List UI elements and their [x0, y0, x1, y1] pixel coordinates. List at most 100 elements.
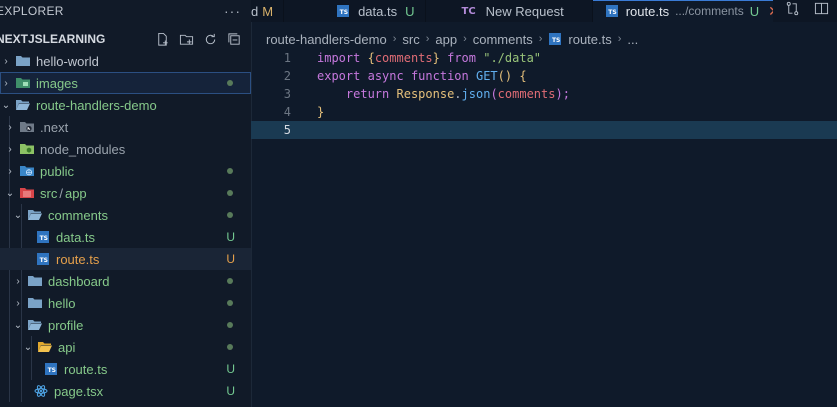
typescript-file-icon: TS: [548, 32, 562, 46]
code-token: }: [317, 105, 325, 119]
tree-item-comments[interactable]: ⌄ comments: [0, 204, 251, 226]
tree-item-label: route.ts: [64, 361, 108, 377]
tree-item-route-handlers-demo[interactable]: ⌄ route-handlers-demo: [0, 94, 251, 116]
code-token: export: [317, 69, 361, 83]
code-token: .: [454, 87, 462, 101]
refresh-icon[interactable]: [203, 32, 218, 47]
explorer-title: EXPLORER: [0, 4, 64, 18]
current-line: 5: [251, 121, 837, 139]
line-number: 4: [283, 105, 291, 119]
tab-label: data.ts: [358, 3, 398, 19]
code-editor[interactable]: 1 import {comments} from "./data" 2 expo…: [251, 49, 837, 407]
tab-modified-file[interactable]: d M: [251, 0, 285, 22]
explorer-sidebar: EXPLORER ··· NEXTJSLEARNING › hello-worl…: [0, 0, 252, 407]
typescript-file-icon: TS: [36, 230, 50, 244]
tree-item-label: images: [36, 75, 78, 91]
breadcrumb-item[interactable]: comments: [473, 32, 533, 47]
code-token: import: [317, 51, 361, 65]
breadcrumb-item[interactable]: route.ts: [568, 32, 611, 47]
tree-item-data-ts[interactable]: TS data.ts U: [0, 226, 251, 248]
code-line: 4 }: [251, 103, 837, 121]
code-line: 3 return Response.json(comments);: [251, 85, 837, 103]
src-folder-icon: [20, 186, 34, 200]
breadcrumb-item[interactable]: src: [402, 32, 419, 47]
workspace-section[interactable]: NEXTJSLEARNING: [0, 28, 251, 50]
chevron-down-icon: ⌄: [1, 99, 11, 111]
code-token: (: [490, 87, 498, 101]
tree-item-profile[interactable]: ⌄ profile: [0, 314, 251, 336]
tree-item-label: hello-world: [36, 53, 99, 69]
code-token: comments: [374, 51, 433, 65]
tab-label: New Request: [485, 3, 564, 19]
tree-item-label-2: app: [64, 185, 87, 201]
more-actions-icon[interactable]: ···: [224, 3, 241, 19]
tree-item-page-tsx[interactable]: page.tsx U: [0, 380, 251, 402]
breadcrumb-item[interactable]: ...: [627, 32, 638, 47]
folder-icon: [28, 296, 42, 310]
untracked-badge: U: [226, 384, 235, 398]
untracked-badge: U: [226, 230, 235, 244]
line-number: 2: [283, 69, 291, 83]
path-separator: /: [59, 185, 63, 201]
collapse-all-icon[interactable]: [227, 32, 242, 47]
untracked-badge: U: [749, 3, 760, 19]
compare-changes-icon[interactable]: [785, 1, 800, 21]
tree-item-next[interactable]: › .next: [0, 116, 251, 138]
status-dot: [227, 80, 233, 86]
code-token: function: [410, 69, 469, 83]
tree-item-api-route-ts[interactable]: TS route.ts U: [0, 358, 251, 380]
folder-icon: [28, 274, 42, 288]
tree-item-api[interactable]: ⌄ api: [0, 336, 251, 358]
chevron-right-icon: ›: [16, 297, 20, 309]
chevron-right-icon: ›: [538, 33, 543, 45]
chevron-down-icon: ⌄: [23, 341, 33, 353]
tree-item-route-ts[interactable]: TS route.ts U: [0, 248, 251, 270]
tab-label: route.ts: [625, 3, 670, 19]
status-dot: [227, 344, 233, 350]
tree-item-src-app[interactable]: ⌄ src / app: [0, 182, 251, 204]
code-token: }: [432, 51, 440, 65]
status-dot: [227, 278, 233, 284]
tab-path: .../comments: [675, 4, 744, 18]
tab-new-request[interactable]: TC New Request: [426, 0, 593, 22]
tree-item-images[interactable]: › images: [0, 72, 251, 94]
chevron-right-icon: ›: [4, 77, 8, 89]
tree-item-label: route-handlers-demo: [36, 97, 157, 113]
editor-tab-bar: d M TS data.ts U TC New Request TS route…: [251, 0, 837, 22]
untracked-badge: U: [226, 252, 235, 266]
tree-item-hello[interactable]: › hello: [0, 292, 251, 314]
tree-item-label: public: [40, 163, 74, 179]
tree-item-label: .next: [40, 119, 69, 135]
breadcrumb-item[interactable]: route-handlers-demo: [266, 32, 387, 47]
code-token: Response: [396, 87, 455, 101]
chevron-right-icon: ›: [463, 33, 467, 45]
tree-item-label: data.ts: [56, 229, 96, 245]
node-folder-icon: [20, 142, 34, 156]
code-token: async: [367, 69, 404, 83]
new-file-icon[interactable]: [155, 32, 170, 47]
split-editor-icon[interactable]: [814, 1, 829, 21]
new-folder-icon[interactable]: [179, 32, 194, 47]
tab-data-ts[interactable]: TS data.ts U: [284, 0, 426, 22]
chevron-right-icon: ›: [8, 121, 12, 133]
tree-item-node-modules[interactable]: › node_modules: [0, 138, 251, 160]
tree-item-dashboard[interactable]: › dashboard: [0, 270, 251, 292]
tree-item-label: profile: [48, 317, 84, 333]
status-dot: [227, 212, 233, 218]
thunder-client-icon: TC: [461, 5, 476, 17]
tree-item-label: comments: [48, 207, 108, 223]
typescript-file-icon: TS: [36, 252, 50, 266]
tree-item-label: src: [40, 185, 58, 201]
tab-route-ts[interactable]: TS route.ts .../comments U ✕: [592, 0, 791, 22]
untracked-badge: U: [226, 362, 235, 376]
chevron-down-icon: ⌄: [13, 209, 23, 221]
code-token: comments: [497, 87, 556, 101]
folder-icon: [16, 54, 30, 68]
typescript-file-icon: TS: [336, 4, 350, 18]
tree-item-public[interactable]: › public: [0, 160, 251, 182]
breadcrumb-item[interactable]: app: [435, 32, 457, 47]
code-token: "./data": [483, 51, 542, 65]
chevron-right-icon: ›: [392, 33, 397, 45]
chevron-right-icon: ›: [8, 143, 12, 155]
tree-item-hello-world[interactable]: › hello-world: [0, 50, 251, 72]
